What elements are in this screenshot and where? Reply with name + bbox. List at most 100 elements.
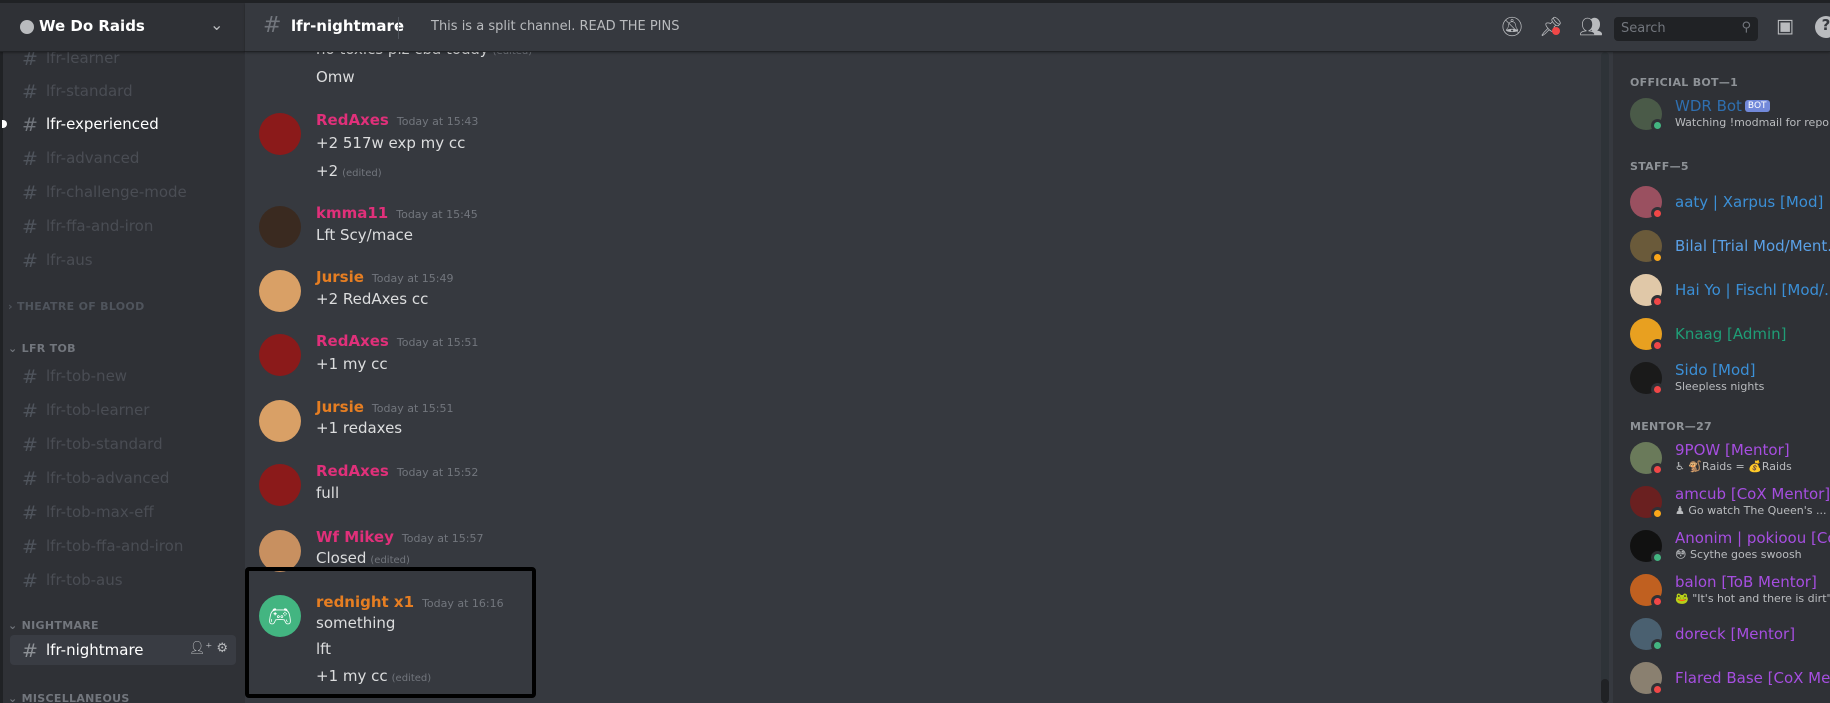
channel-name: lfr-standard	[46, 82, 133, 100]
message-author[interactable]: Wf Mikey Today at 15:57	[316, 528, 483, 546]
member-item[interactable]: WDR Bot BOT Watching !modmail for reports	[1630, 94, 1830, 134]
message-author[interactable]: Jursie Today at 15:49	[316, 268, 453, 286]
search-box[interactable]: ⚲	[1614, 17, 1758, 41]
user-avatar[interactable]	[259, 530, 301, 572]
highlight-box	[245, 567, 536, 698]
channel-item[interactable]: # lfr-tob-aus	[10, 565, 236, 595]
member-name-text: 9POW [Mentor]	[1675, 441, 1790, 459]
member-item[interactable]: Sido [Mod] Sleepless nights	[1630, 358, 1830, 398]
member-item[interactable]: amcub [CoX Mentor] ♟ Go watch The Queen's…	[1630, 482, 1830, 522]
member-name-text: doreck [Mentor]	[1675, 625, 1796, 643]
message-content: +2 RedAxes cc	[316, 290, 429, 308]
category-header[interactable]: ⌄ MISCELLANEOUS	[8, 692, 130, 703]
channel-item[interactable]: # lfr-tob-ffa-and-iron	[10, 531, 236, 561]
member-name: Hai Yo | Fischl [Mod/...	[1675, 281, 1830, 299]
mute-bell-icon[interactable]: 🔕︎	[1500, 15, 1524, 38]
user-avatar[interactable]	[259, 464, 301, 506]
channel-item[interactable]: # lfr-advanced	[10, 143, 236, 173]
server-header[interactable]: We Do Raids ⌄	[0, 3, 245, 52]
message-author[interactable]: RedAxes Today at 15:52	[316, 462, 478, 480]
channel-item[interactable]: # lfr-tob-learner	[10, 395, 236, 425]
member-name-text: Anonim | pokioou [Co...	[1675, 529, 1830, 547]
message-author[interactable]: RedAxes Today at 15:51	[316, 332, 478, 350]
status-dnd-icon	[1651, 339, 1664, 352]
author-name[interactable]: RedAxes	[316, 462, 389, 480]
channel-name: lfr-advanced	[46, 149, 140, 167]
gear-icon[interactable]: ⚙	[216, 641, 228, 656]
member-name-text: amcub [CoX Mentor]	[1675, 485, 1830, 503]
category-header[interactable]: › THEATRE OF BLOOD	[8, 300, 145, 313]
member-item[interactable]: Knaag [Admin]	[1630, 314, 1830, 354]
member-name: doreck [Mentor]	[1675, 625, 1795, 643]
chevron-down-icon[interactable]: ⌄	[210, 15, 223, 34]
channel-item[interactable]: # lfr-ffa-and-iron	[10, 211, 236, 241]
channel-item[interactable]: # lfr-nightmare 👤︎⁺ ⚙	[10, 635, 236, 665]
header-divider	[398, 17, 399, 39]
help-icon[interactable]: ?	[1815, 16, 1830, 38]
member-item[interactable]: Bilal [Trial Mod/Ment...	[1630, 226, 1830, 266]
member-item[interactable]: Anonim | pokioou [Co...😳 Scythe goes swo…	[1630, 526, 1830, 566]
discord-window: # lfr-learner # lfr-standard # lfr-experience…	[0, 3, 1830, 703]
message-content: +2 517w exp my cc	[316, 134, 466, 152]
member-name-text: Bilal [Trial Mod/Ment...	[1675, 237, 1830, 255]
user-avatar[interactable]	[259, 400, 301, 442]
member-item[interactable]: 9POW [Mentor] ♿ 🐒Raids = 💰Raids	[1630, 438, 1830, 478]
message-timestamp: Today at 15:45	[396, 208, 478, 221]
channel-item[interactable]: # lfr-experienced	[2, 109, 236, 139]
message-author[interactable]: Jursie Today at 15:51	[316, 398, 453, 416]
message-content: +1 my cc	[316, 355, 388, 373]
invite-icon[interactable]: 👤︎⁺	[189, 641, 217, 656]
message-text: +2 517w exp my cc	[316, 134, 465, 152]
pin-icon[interactable]: 📌︎	[1539, 15, 1563, 38]
chevron-right-icon: ›	[8, 300, 17, 313]
author-name[interactable]: Wf Mikey	[316, 528, 394, 546]
member-item[interactable]: Hai Yo | Fischl [Mod/...	[1630, 270, 1830, 310]
message-text: Closed (edited)	[316, 549, 410, 567]
server-name: We Do Raids	[39, 17, 145, 35]
user-avatar[interactable]	[259, 206, 301, 248]
user-avatar[interactable]	[259, 113, 301, 155]
author-name[interactable]: Jursie	[316, 268, 364, 286]
user-avatar[interactable]	[259, 270, 301, 312]
message-content: +1 redaxes	[316, 419, 403, 437]
locked-channel-hash-icon: #	[22, 216, 38, 238]
chat-scrollbar-track[interactable]	[1601, 52, 1609, 703]
locked-channel-hash-icon: #	[22, 434, 38, 456]
author-name[interactable]: RedAxes	[316, 111, 389, 129]
member-item[interactable]: balon [ToB Mentor] 🐸 "It's hot and there …	[1630, 570, 1830, 610]
chevron-down-icon: ⌄	[8, 342, 22, 355]
channel-item[interactable]: # lfr-tob-new	[10, 361, 236, 391]
member-item[interactable]: doreck [Mentor]	[1630, 614, 1830, 654]
pin-notification-dot	[1552, 27, 1560, 35]
channel-item[interactable]: # lfr-aus	[10, 245, 236, 275]
member-item[interactable]: aaty | Xarpus [Mod]	[1630, 182, 1830, 222]
channel-item[interactable]: # lfr-tob-advanced	[10, 463, 236, 493]
search-input[interactable]	[1621, 21, 1731, 36]
member-item[interactable]: Flared Base [CoX Men...	[1630, 658, 1830, 698]
channel-name: lfr-challenge-mode	[46, 183, 187, 201]
status-dnd-icon	[1651, 207, 1664, 220]
channel-topic[interactable]: This is a split channel. READ THE PINS	[431, 19, 680, 34]
channel-item[interactable]: # lfr-standard	[10, 76, 236, 106]
member-list-icon[interactable]: 👥︎	[1579, 15, 1603, 38]
message-author[interactable]: RedAxes Today at 15:43	[316, 111, 478, 129]
user-avatar[interactable]	[259, 334, 301, 376]
channel-item[interactable]: # lfr-tob-standard	[10, 429, 236, 459]
inbox-icon[interactable]: ▣	[1776, 15, 1794, 37]
author-name[interactable]: kmma11	[316, 204, 388, 222]
channel-name: lfr-nightmare	[46, 641, 144, 659]
locked-channel-hash-icon: #	[22, 81, 38, 103]
channel-item[interactable]: # lfr-challenge-mode	[10, 177, 236, 207]
message-author[interactable]: kmma11 Today at 15:45	[316, 204, 478, 222]
author-name[interactable]: RedAxes	[316, 332, 389, 350]
chat-scrollbar-thumb[interactable]	[1601, 679, 1609, 703]
category-header[interactable]: ⌄ NIGHTMARE	[8, 619, 99, 632]
member-name: Anonim | pokioou [Co...	[1675, 529, 1830, 547]
bot-badge: BOT	[1744, 100, 1770, 112]
channel-name: lfr-experienced	[46, 115, 159, 133]
member-name: Bilal [Trial Mod/Ment...	[1675, 237, 1830, 255]
category-header[interactable]: ⌄ LFR TOB	[8, 342, 76, 355]
channel-name: lfr-tob-max-eff	[46, 503, 154, 521]
author-name[interactable]: Jursie	[316, 398, 364, 416]
channel-item[interactable]: # lfr-tob-max-eff	[10, 497, 236, 527]
